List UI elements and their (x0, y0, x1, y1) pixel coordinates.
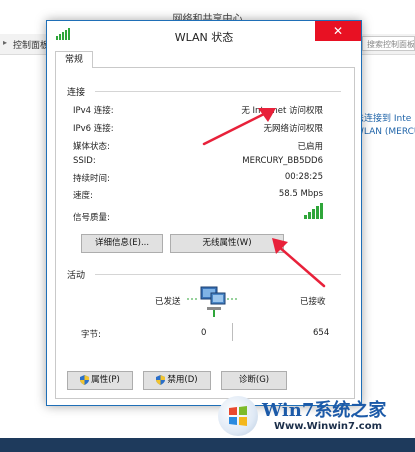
search-input[interactable]: 搜索控制面板 (362, 36, 415, 51)
properties-button-label: 属性(P) (91, 375, 120, 385)
ipv6-label: IPv6 连接: (73, 124, 114, 134)
media-state-value: 已启用 (297, 142, 323, 152)
duration-value: 00:28:25 (284, 172, 323, 182)
annotation-arrow-icon (272, 238, 326, 288)
wlan-link[interactable]: WLAN (MERCU (355, 127, 415, 137)
wlan-status-dialog: WLAN 状态 ✕ 常规 连接 IPv4 连接: 无 Internet 访问权限… (46, 20, 362, 406)
watermark-brand: Win7系统之家 (262, 400, 387, 421)
signal-quality-label: 信号质量: (73, 213, 110, 223)
chevron-right-icon[interactable]: ▸ (3, 38, 7, 47)
ipv4-label: IPv4 连接: (73, 106, 114, 116)
shield-icon (80, 374, 90, 385)
dialog-title: WLAN 状态 (174, 31, 234, 44)
ssid-label: SSID: (73, 156, 96, 166)
windows-logo-icon (218, 396, 258, 436)
bytes-separator (232, 323, 233, 341)
speed-value: 58.5 Mbps (278, 189, 323, 199)
bytes-label: 字节: (81, 330, 101, 340)
ssid-value: MERCURY_BB5DD6 (242, 156, 323, 166)
speed-label: 速度: (73, 191, 93, 201)
dialog-titlebar: WLAN 状态 ✕ (47, 21, 361, 49)
sent-label: 已发送 (155, 297, 181, 307)
wireless-properties-button[interactable]: 无线属性(W) (170, 234, 284, 253)
watermark-url: Www.Winwin7.com (274, 421, 383, 432)
disable-button-label: 禁用(D) (167, 375, 198, 385)
properties-button[interactable]: 属性(P) (67, 371, 133, 390)
bytes-received-value: 654 (313, 328, 330, 338)
details-button[interactable]: 详细信息(E)... (81, 234, 163, 253)
watermark: Win7系统之家 Www.Winwin7.com (210, 394, 415, 438)
divider (95, 91, 341, 92)
media-state-label: 媒体状态: (73, 142, 110, 152)
network-activity-icon (187, 286, 239, 317)
bytes-sent-value: 0 (201, 328, 207, 338)
diagnose-button[interactable]: 诊断(G) (221, 371, 287, 390)
connection-section-label: 连接 (67, 88, 86, 98)
annotation-arrow-icon (202, 108, 276, 146)
shield-icon (156, 374, 166, 385)
disable-button[interactable]: 禁用(D) (143, 371, 211, 390)
breadcrumb[interactable]: 控制面板 (13, 38, 49, 51)
close-button[interactable]: ✕ (315, 21, 361, 41)
activity-section-label: 活动 (67, 271, 86, 281)
network-link[interactable]: 法连接到 Inte (355, 111, 411, 124)
received-label: 已接收 (300, 297, 326, 307)
duration-label: 持续时间: (73, 174, 110, 184)
signal-strength-icon (304, 203, 324, 219)
taskbar (0, 438, 415, 452)
tab-general[interactable]: 常规 (55, 51, 93, 68)
